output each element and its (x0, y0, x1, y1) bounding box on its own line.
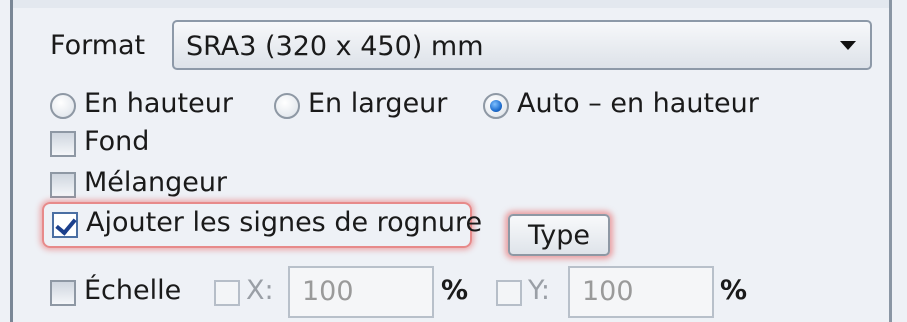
panel-top-strip (13, 0, 889, 8)
melangeur-checkbox[interactable] (50, 172, 76, 198)
echelle-label[interactable]: Échelle (84, 275, 181, 306)
format-label: Format (50, 30, 146, 61)
y-label: Y: (528, 275, 551, 306)
type-button[interactable]: Type (508, 214, 610, 256)
print-settings-panel: Format SRA3 (320 x 450) mm En hauteur En… (0, 0, 907, 322)
rognure-checkbox[interactable] (52, 212, 78, 238)
format-selected-value: SRA3 (320 x 450) mm (186, 31, 484, 62)
fond-checkbox[interactable] (50, 131, 76, 157)
y-checkbox[interactable] (496, 280, 522, 306)
rognure-label[interactable]: Ajouter les signes de rognure (86, 207, 482, 238)
echelle-checkbox[interactable] (50, 280, 76, 306)
radio-auto-en-hauteur-label[interactable]: Auto – en hauteur (517, 88, 759, 119)
radio-auto-en-hauteur[interactable] (483, 93, 509, 119)
x-label: X: (246, 275, 274, 306)
y-scale-input[interactable]: 100 (568, 266, 714, 318)
x-checkbox[interactable] (214, 280, 240, 306)
panel-left-border (10, 0, 13, 322)
checkmark-icon (55, 213, 77, 236)
x-percent-label: % (441, 275, 469, 306)
y-percent-label: % (720, 275, 748, 306)
fond-label[interactable]: Fond (84, 126, 149, 157)
radio-en-hauteur-label[interactable]: En hauteur (84, 88, 233, 119)
radio-en-hauteur[interactable] (50, 93, 76, 119)
chevron-down-icon[interactable] (840, 41, 856, 50)
radio-en-largeur-label[interactable]: En largeur (308, 88, 447, 119)
panel-right-border (889, 0, 892, 322)
radio-en-largeur[interactable] (274, 93, 300, 119)
melangeur-label[interactable]: Mélangeur (84, 167, 227, 198)
x-scale-input[interactable]: 100 (288, 266, 434, 318)
format-dropdown[interactable]: SRA3 (320 x 450) mm (172, 20, 872, 70)
